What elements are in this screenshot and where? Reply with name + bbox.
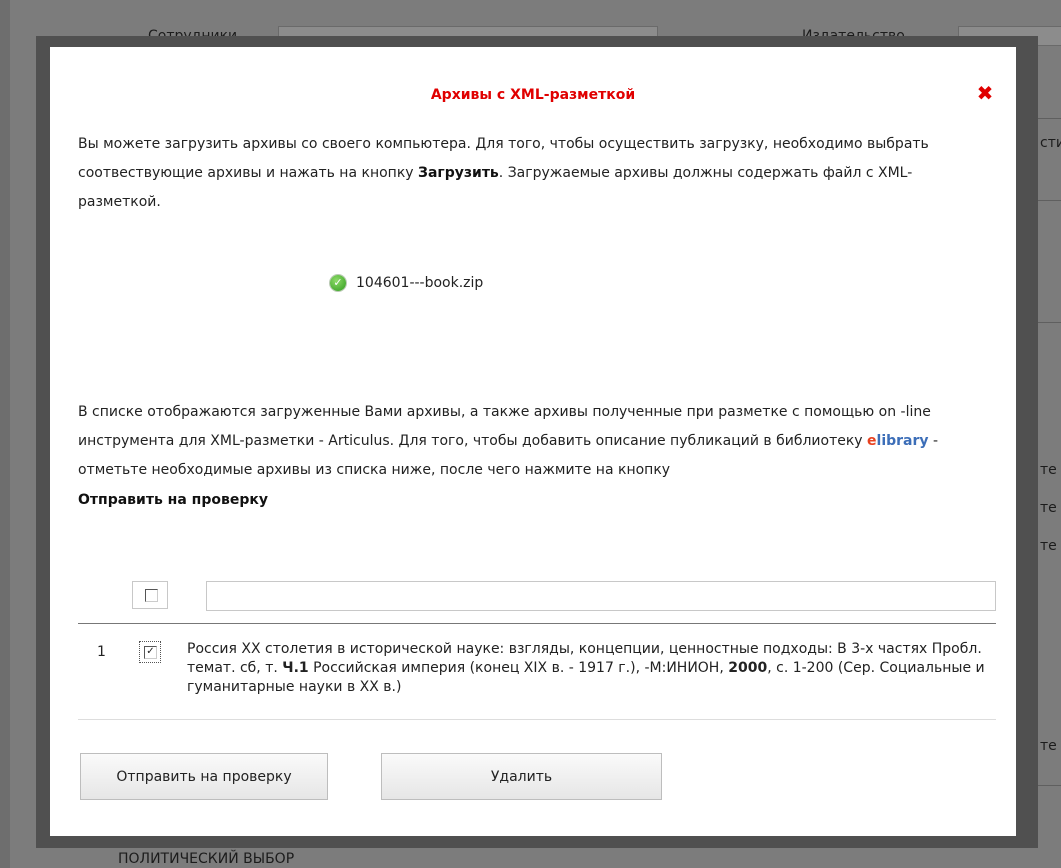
- close-icon[interactable]: ✖: [975, 83, 995, 103]
- checkmark-success-icon: ✓: [330, 275, 346, 291]
- archive-year: 2000: [728, 660, 768, 676]
- background-label-political: ПОЛИТИЧЕСКИЙ ВЫБОР: [118, 851, 295, 867]
- background-fragment-4: те: [1040, 538, 1057, 554]
- delete-button[interactable]: Удалить: [381, 753, 662, 800]
- background-fragment-1: сти: [1040, 135, 1061, 151]
- list-header-divider: [78, 623, 996, 624]
- archive-description-part: Российская империя (конец XIX в. - 1917 …: [308, 660, 729, 676]
- archive-volume: Ч.1: [282, 660, 309, 676]
- background-fragment-2: те: [1040, 462, 1057, 478]
- row-number: 1: [97, 644, 106, 660]
- row-checkbox[interactable]: ✓: [139, 641, 161, 663]
- xml-archives-dialog: Архивы с XML-разметкой ✖ Вы можете загру…: [50, 47, 1016, 836]
- list-instructions: В списке отображаются загруженные Вами а…: [78, 398, 993, 485]
- filter-input[interactable]: [206, 581, 996, 611]
- background-fragment-3: те: [1040, 500, 1057, 516]
- background-left-strip: [0, 0, 10, 868]
- background-fragment-5: те: [1040, 738, 1057, 754]
- dialog-title: Архивы с XML-разметкой: [430, 87, 636, 103]
- checkbox-checked-icon: ✓: [144, 646, 157, 659]
- archive-description: Россия XX столетия в исторической науке:…: [187, 640, 997, 697]
- uploaded-file-item: ✓ 104601---book.zip: [330, 275, 483, 291]
- send-keyword: Отправить на проверку: [78, 492, 268, 508]
- checkbox-box-icon: [145, 589, 158, 602]
- uploaded-file-name: 104601---book.zip: [356, 275, 484, 291]
- upload-keyword: Загрузить: [418, 165, 499, 181]
- elibrary-logo-e: e: [867, 433, 877, 449]
- upload-instructions: Вы можете загрузить архивы со своего ком…: [78, 130, 993, 217]
- list-row-divider: [78, 719, 996, 720]
- send-for-review-button[interactable]: Отправить на проверку: [80, 753, 328, 800]
- elibrary-logo-rest: library: [876, 433, 929, 449]
- list-instructions-text: В списке отображаются загруженные Вами а…: [78, 404, 931, 449]
- select-all-checkbox[interactable]: [132, 581, 168, 609]
